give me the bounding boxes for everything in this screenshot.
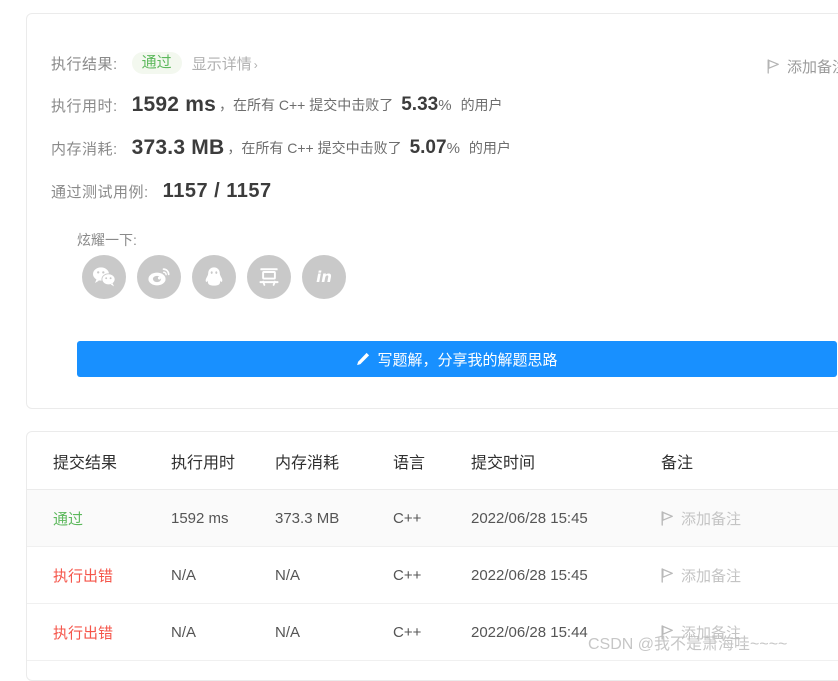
weibo-glyph <box>148 268 170 286</box>
cell-language: C++ <box>393 546 471 604</box>
column-header-language: 语言 <box>393 432 471 490</box>
result-status-row: 执行结果: 通过 显示详情 › <box>51 52 258 74</box>
write-solution-label: 写题解，分享我的解题思路 <box>377 351 558 369</box>
column-header-runtime: 执行用时 <box>171 432 275 490</box>
cell-result[interactable]: 执行出错 <box>27 603 171 661</box>
add-note-label: 添加备注 <box>681 625 742 642</box>
cell-memory: 373.3 MB <box>275 489 393 547</box>
runtime-label: 执行用时: <box>51 97 118 115</box>
column-header-note: 备注 <box>661 432 838 490</box>
cell-result[interactable]: 通过 <box>27 489 171 547</box>
douban-glyph <box>259 268 279 286</box>
wechat-share-icon[interactable] <box>82 255 126 299</box>
runtime-value: 1592 ms <box>131 93 216 116</box>
result-label: 执行结果: <box>51 55 118 73</box>
wechat-glyph <box>93 267 116 287</box>
memory-percentile: 5.07% <box>409 137 460 158</box>
flag-icon <box>661 511 673 526</box>
cell-language: C++ <box>393 603 471 661</box>
qq-share-icon[interactable] <box>192 255 236 299</box>
add-note-label: 添加备注 <box>681 511 742 528</box>
add-note-button[interactable]: 添加备注 <box>661 508 838 529</box>
flag-icon <box>661 625 673 640</box>
write-solution-button[interactable]: 写题解，分享我的解题思路 <box>77 341 837 377</box>
submission-result-card: 执行结果: 通过 显示详情 › 执行用时: 1592 ms ，在所有 C++ 提交… <box>26 13 838 409</box>
memory-value: 373.3 MB <box>131 136 225 159</box>
linkedin-glyph: in <box>316 267 332 286</box>
status-badge: 执行出错 <box>53 625 114 642</box>
percent-sign: % <box>438 97 452 114</box>
add-note-button[interactable]: 添加备注 <box>767 56 838 77</box>
cell-note[interactable]: 添加备注 <box>661 603 838 661</box>
runtime-percentile: 5.33% <box>401 94 452 115</box>
submissions-table: 提交结果 执行用时 内存消耗 语言 提交时间 备注 通过 1592 ms 373… <box>27 432 838 661</box>
cell-time: 2022/06/28 15:45 <box>471 546 661 604</box>
show-detail-label: 显示详情 <box>191 55 252 73</box>
submissions-card: 提交结果 执行用时 内存消耗 语言 提交时间 备注 通过 1592 ms 373… <box>26 431 838 681</box>
weibo-share-icon[interactable] <box>137 255 181 299</box>
cell-memory: N/A <box>275 546 393 604</box>
cell-memory: N/A <box>275 603 393 661</box>
testcases-value: 1157 / 1157 <box>162 180 272 202</box>
cell-note[interactable]: 添加备注 <box>661 489 838 547</box>
memory-row: 内存消耗: 373.3 MB ，在所有 C++ 提交中击败了 5.07% 的用户 <box>51 136 511 160</box>
status-badge: 执行出错 <box>53 568 114 585</box>
linkedin-share-icon[interactable]: in <box>302 255 346 299</box>
add-note-button[interactable]: 添加备注 <box>661 622 838 643</box>
flag-icon <box>661 568 673 583</box>
status-badge: 通过 <box>53 511 84 528</box>
memory-comparison-text: ，在所有 C++ 提交中击败了 <box>227 140 402 156</box>
show-detail-link[interactable]: 显示详情 › <box>192 53 258 74</box>
column-header-memory: 内存消耗 <box>275 432 393 490</box>
cell-result[interactable]: 执行出错 <box>27 546 171 604</box>
chevron-right-icon: › <box>253 57 258 72</box>
flag-icon <box>767 59 779 74</box>
percent-sign: % <box>446 140 460 157</box>
table-row[interactable]: 执行出错 N/A N/A C++ 2022/06/28 15:44 添加备注 <box>27 603 838 661</box>
memory-label: 内存消耗: <box>51 140 118 158</box>
share-icon-list: in <box>82 255 346 299</box>
add-note-label: 添加备注 <box>681 568 742 585</box>
cell-time: 2022/06/28 15:45 <box>471 489 661 547</box>
cell-runtime: N/A <box>171 603 275 661</box>
runtime-comparison-text: ，在所有 C++ 提交中击败了 <box>218 97 394 113</box>
add-note-button[interactable]: 添加备注 <box>661 565 838 586</box>
memory-suffix-text: 的用户 <box>468 140 511 156</box>
douban-share-icon[interactable] <box>247 255 291 299</box>
table-header-row: 提交结果 执行用时 内存消耗 语言 提交时间 备注 <box>27 432 838 490</box>
cell-runtime: N/A <box>171 546 275 604</box>
share-label: 炫耀一下: <box>77 232 137 248</box>
qq-penguin-glyph <box>205 267 223 286</box>
testcases-label: 通过测试用例: <box>51 184 149 201</box>
cell-runtime: 1592 ms <box>171 489 275 547</box>
cell-note[interactable]: 添加备注 <box>661 546 838 604</box>
testcases-row: 通过测试用例: 1157 / 1157 <box>51 180 272 203</box>
add-note-label: 添加备注 <box>786 59 838 76</box>
pencil-icon <box>357 352 370 366</box>
column-header-time: 提交时间 <box>471 432 661 490</box>
cell-language: C++ <box>393 489 471 547</box>
result-status-badge: 通过 <box>131 52 182 74</box>
runtime-row: 执行用时: 1592 ms ，在所有 C++ 提交中击败了 5.33% 的用户 <box>51 93 503 117</box>
submissions-table-body: 通过 1592 ms 373.3 MB C++ 2022/06/28 15:45… <box>27 489 838 661</box>
column-header-result: 提交结果 <box>27 432 171 490</box>
table-row[interactable]: 执行出错 N/A N/A C++ 2022/06/28 15:45 添加备注 <box>27 546 838 604</box>
runtime-suffix-text: 的用户 <box>460 97 503 113</box>
cell-time: 2022/06/28 15:44 <box>471 603 661 661</box>
table-row[interactable]: 通过 1592 ms 373.3 MB C++ 2022/06/28 15:45… <box>27 489 838 547</box>
submissions-table-head: 提交结果 执行用时 内存消耗 语言 提交时间 备注 <box>27 432 838 490</box>
